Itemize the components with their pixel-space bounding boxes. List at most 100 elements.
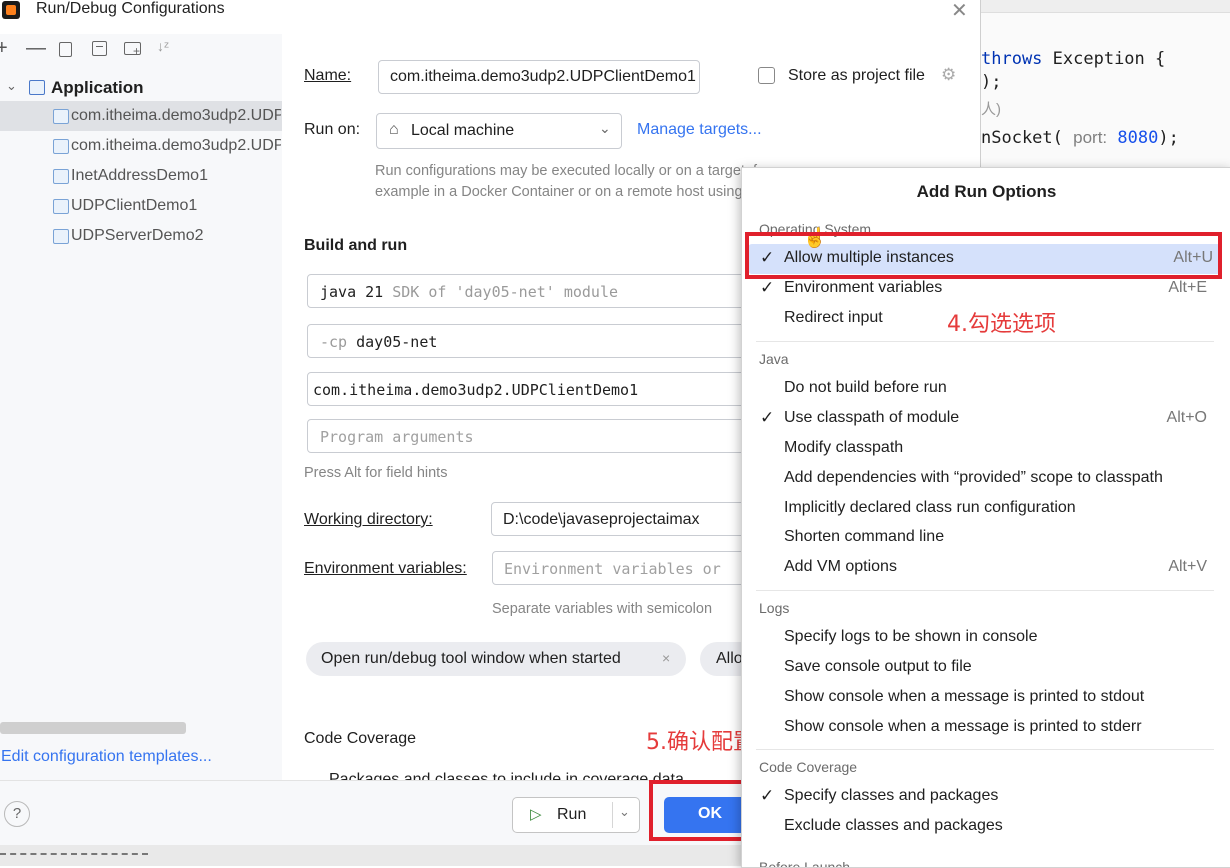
store-project-checkbox[interactable]	[758, 67, 775, 84]
name-field-value: com.itheima.demo3udp2.UDPClientDemo1	[390, 68, 696, 85]
add-icon[interactable]: +	[0, 37, 8, 60]
run-on-label: Run on:	[304, 121, 361, 138]
annotation-step4: 4.勾选选项	[947, 312, 1056, 337]
separator	[756, 341, 1214, 342]
code-text: nSocket(	[981, 128, 1063, 148]
sort-icon[interactable]: ↓ᶻ	[157, 38, 169, 54]
build-run-heading: Build and run	[304, 237, 408, 254]
code-line-4: nSocket( port: 8080);	[981, 128, 1179, 148]
run-on-hint: Run configurations may be executed local…	[375, 163, 770, 179]
split-divider	[612, 802, 613, 828]
popup-title: Add Run Options	[916, 182, 1057, 201]
run-button[interactable]: ▷ Run ⌄	[512, 797, 640, 833]
option-label: Redirect input	[784, 309, 883, 326]
option-label: Save console output to file	[784, 658, 972, 675]
cp-value: day05-net	[356, 333, 438, 351]
option-implicit-class[interactable]: Implicitly declared class run configurat…	[742, 494, 1230, 524]
option-use-classpath-module[interactable]: ✓ Use classpath of module Alt+O	[742, 404, 1230, 434]
option-shortcut: Alt+E	[1168, 279, 1207, 296]
tree-item-label: com.itheima.demo3udp2.UDPClientDemo1	[71, 107, 281, 124]
class-icon	[53, 139, 69, 154]
section-logs: Logs	[759, 600, 790, 616]
store-project-label: Store as project file	[788, 67, 925, 84]
option-save-console-output[interactable]: Save console output to file	[742, 653, 1230, 683]
tree-group-application[interactable]: ⌄ Application	[0, 74, 282, 102]
name-label: Name:	[304, 67, 351, 85]
env-label-text: Environment variables:	[304, 560, 467, 577]
edit-templates-link[interactable]: Edit configuration templates...	[1, 748, 212, 766]
section-code-coverage: Code Coverage	[759, 759, 858, 775]
manage-targets-link[interactable]: Manage targets...	[637, 121, 762, 139]
option-label: Show console when a message is printed t…	[784, 718, 1142, 735]
application-icon	[29, 80, 45, 95]
dashed-divider	[0, 853, 148, 855]
separator	[756, 749, 1214, 750]
param-hint: port:	[1073, 128, 1108, 147]
option-label: Shorten command line	[784, 528, 945, 545]
workdir-label-text: Working directory:	[304, 511, 433, 528]
option-show-console-stderr[interactable]: Show console when a message is printed t…	[742, 713, 1230, 743]
run-on-dropdown[interactable]: ⌂ Local machine ⌄	[376, 113, 622, 149]
program-arguments-field[interactable]: Program arguments	[307, 419, 757, 453]
save-icon[interactable]	[92, 41, 107, 56]
chevron-down-icon: ⌄	[599, 120, 611, 136]
env-hint: Separate variables with semicolon	[492, 601, 713, 617]
workdir-field[interactable]: D:\code\javaseprojectaimax	[491, 502, 757, 536]
tree-item[interactable]: InetAddressDemo1	[0, 161, 282, 191]
horizontal-scrollbar[interactable]	[0, 722, 186, 734]
option-label: Show console when a message is printed t…	[784, 688, 1145, 705]
classpath-selector[interactable]: -cp day05-net	[307, 324, 757, 358]
copy-icon[interactable]	[59, 42, 72, 57]
env-field[interactable]: Environment variables or	[492, 551, 757, 585]
help-button[interactable]: ?	[4, 801, 30, 827]
option-do-not-build[interactable]: Do not build before run	[742, 374, 1230, 404]
option-specify-logs[interactable]: Specify logs to be shown in console	[742, 623, 1230, 653]
main-class-field[interactable]: com.itheima.demo3udp2.UDPClientDemo1	[307, 372, 757, 406]
option-label: Implicitly declared class run configurat…	[784, 499, 1076, 516]
main-class-value: com.itheima.demo3udp2.UDPClientDemo1	[313, 381, 639, 399]
class-icon	[53, 229, 69, 244]
class-icon	[53, 199, 69, 214]
tree-item[interactable]: com.itheima.demo3udp2.UDPServerDemo2	[0, 131, 282, 161]
workdir-value: D:\code\javaseprojectaimax	[503, 511, 700, 528]
classpath-text: -cp day05-net	[320, 333, 437, 351]
remove-icon[interactable]: —	[26, 37, 46, 60]
check-icon: ✓	[760, 408, 775, 427]
folder-add-icon[interactable]: +	[124, 42, 141, 57]
jdk-selector-text: java 21 SDK of 'day05-net' module	[320, 283, 618, 301]
tree-item-label: UDPClientDemo1	[71, 197, 198, 214]
sidebar-toolbar: + — + ↓ᶻ	[0, 37, 282, 63]
name-field[interactable]: com.itheima.demo3udp2.UDPClientDemo1	[378, 60, 700, 94]
jdk-selector[interactable]: java 21 SDK of 'day05-net' module	[307, 274, 757, 308]
play-icon: ▷	[530, 806, 542, 823]
option-shorten-command-line[interactable]: Shorten command line	[742, 523, 1230, 553]
option-chip[interactable]: Open run/debug tool window when started …	[306, 642, 686, 676]
code-coverage-label: Code Coverage	[304, 730, 417, 747]
chevron-down-icon[interactable]: ⌄	[619, 804, 630, 820]
option-add-vm-options[interactable]: Add VM options Alt+V	[742, 553, 1230, 583]
coverage-packages-text: Packages and classes to include in cover…	[329, 771, 684, 780]
close-icon[interactable]: ✕	[951, 0, 968, 23]
option-exclude-classes-packages[interactable]: Exclude classes and packages	[742, 812, 1230, 842]
tree-item-selected[interactable]: com.itheima.demo3udp2.UDPClientDemo1	[0, 101, 282, 131]
class-icon	[53, 169, 69, 184]
dialog-titlebar: Run/Debug Configurations ✕	[0, 0, 980, 24]
gear-icon[interactable]: ⚙	[941, 65, 956, 85]
option-label: Modify classpath	[784, 439, 904, 456]
annotation-box-option	[745, 232, 1222, 279]
option-show-console-stdout[interactable]: Show console when a message is printed t…	[742, 683, 1230, 713]
tree-item[interactable]: UDPServerDemo2	[0, 221, 282, 251]
check-icon: ✓	[760, 278, 775, 297]
chip-remove-icon[interactable]: ×	[662, 650, 670, 666]
option-chip-label: Open run/debug tool window when started	[321, 650, 621, 667]
option-shortcut: Alt+V	[1168, 558, 1207, 575]
editor-tab-strip	[981, 0, 1230, 13]
run-on-hint: example in a Docker Container or on a re…	[375, 184, 781, 200]
tree-item[interactable]: UDPClientDemo1	[0, 191, 282, 221]
chevron-down-icon[interactable]: ⌄	[6, 78, 17, 94]
option-add-dependencies-provided[interactable]: Add dependencies with “provided” scope t…	[742, 464, 1230, 494]
option-shortcut: Alt+O	[1166, 409, 1207, 426]
option-modify-classpath[interactable]: Modify classpath	[742, 434, 1230, 464]
option-specify-classes-packages[interactable]: ✓ Specify classes and packages	[742, 782, 1230, 812]
code-line-1: throws Exception {	[981, 49, 1165, 69]
